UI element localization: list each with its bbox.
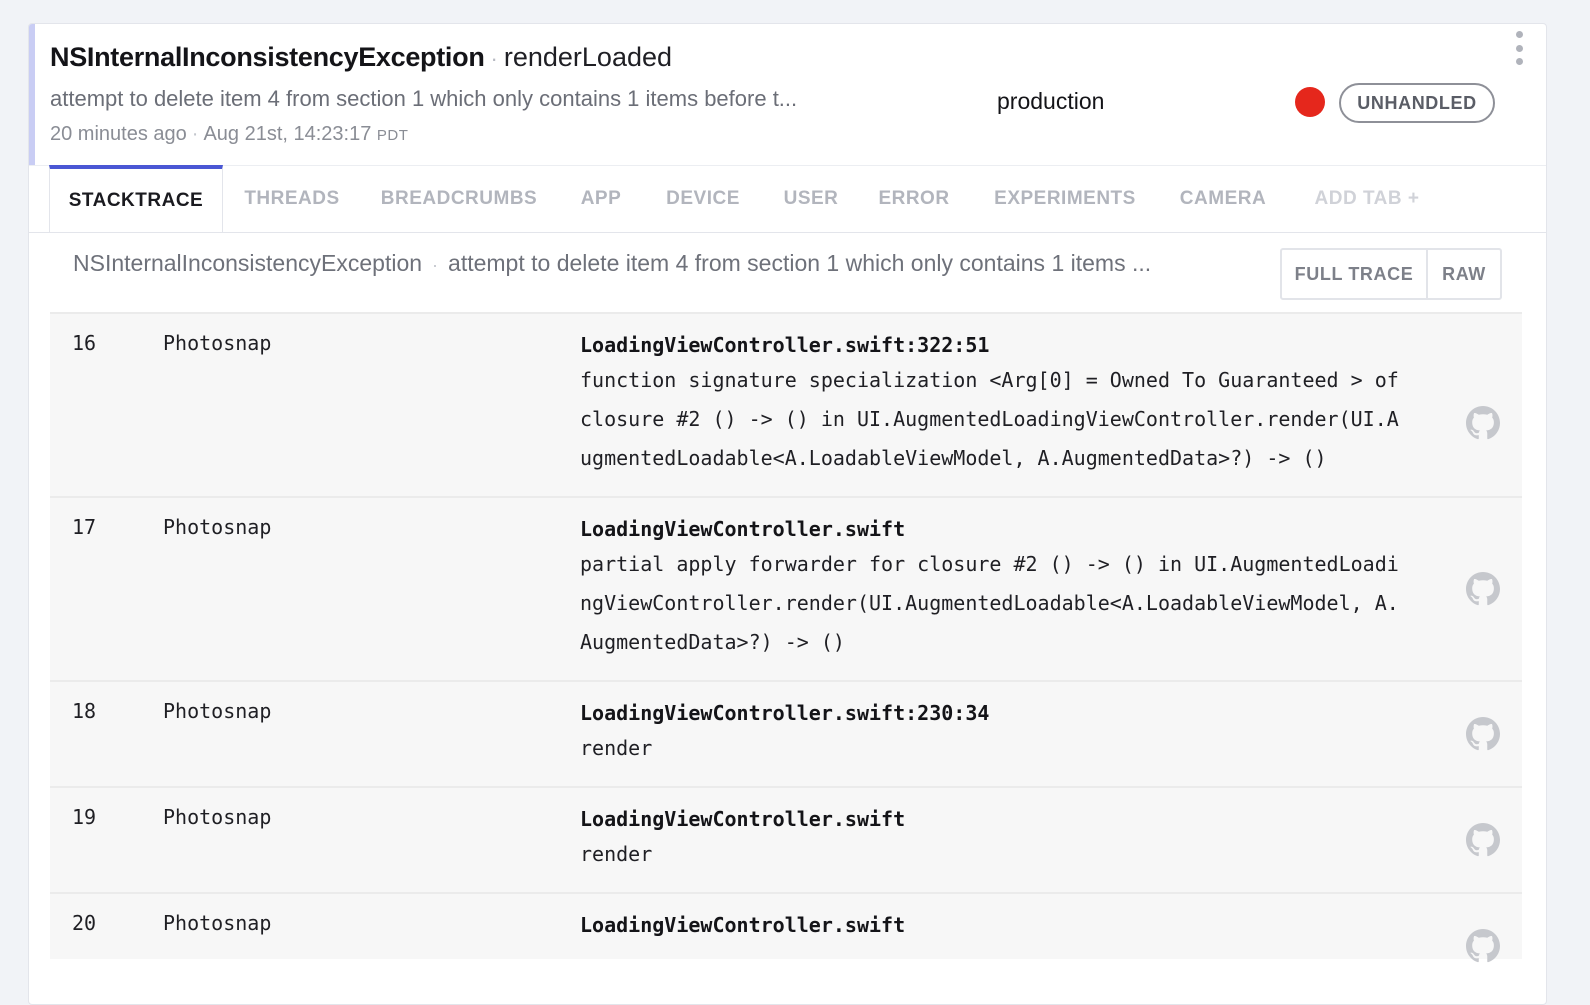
frame-file: LoadingViewController.swift:322:51: [580, 333, 990, 357]
github-icon[interactable]: [1466, 406, 1500, 440]
frame-file: LoadingViewController.swift:230:34: [580, 701, 990, 725]
frame-method: render: [580, 736, 653, 760]
separator-dot: ·: [432, 255, 439, 275]
frame-method: partial apply forwarder for closure #2 (…: [580, 552, 1399, 654]
stack-frame[interactable]: 16 Photosnap LoadingViewController.swift…: [50, 312, 1522, 496]
error-time: 20 minutes ago · Aug 21st, 14:23:17 PDT: [50, 123, 408, 146]
github-icon[interactable]: [1466, 823, 1500, 857]
tab-camera[interactable]: CAMERA: [1171, 166, 1275, 232]
trace-view-toggle: FULL TRACE RAW: [1280, 248, 1502, 300]
timestamp: Aug 21st, 14:23:17: [203, 123, 372, 145]
frame-index: 20: [72, 911, 97, 935]
frame-file: LoadingViewController.swift: [580, 913, 906, 937]
kebab-menu-icon[interactable]: [1507, 31, 1531, 65]
add-tab-button[interactable]: ADD TAB +: [1305, 166, 1429, 232]
tab-experiments[interactable]: EXPERIMENTS: [987, 166, 1143, 232]
frame-library: Photosnap: [163, 515, 272, 539]
frame-library: Photosnap: [163, 911, 272, 935]
release-stage: production: [997, 88, 1105, 114]
timezone: PDT: [376, 127, 409, 144]
tab-threads[interactable]: THREADS: [233, 166, 351, 232]
raw-button[interactable]: RAW: [1428, 250, 1500, 298]
error-class: NSInternalInconsistencyException: [50, 42, 485, 72]
stack-frame[interactable]: 17 Photosnap LoadingViewController.swift…: [50, 496, 1522, 680]
frame-library: Photosnap: [163, 699, 272, 723]
stack-frames: 16 Photosnap LoadingViewController.swift…: [50, 312, 1522, 963]
tab-device[interactable]: DEVICE: [657, 166, 749, 232]
error-context: renderLoaded: [503, 42, 673, 72]
error-title: NSInternalInconsistencyException · rende…: [50, 42, 672, 80]
exception-message: attempt to delete item 4 from section 1 …: [448, 250, 1152, 276]
separator-dot: ·: [191, 123, 199, 145]
unhandled-badge: UNHANDLED: [1339, 83, 1495, 123]
frame-file: LoadingViewController.swift: [580, 807, 906, 831]
error-detail-card: NSInternalInconsistencyException · rende…: [28, 23, 1547, 1005]
frame-index: 17: [72, 515, 97, 539]
full-trace-button[interactable]: FULL TRACE: [1282, 250, 1428, 298]
frame-library: Photosnap: [163, 331, 272, 355]
severity-dot: [1295, 87, 1325, 117]
tab-error[interactable]: ERROR: [873, 166, 955, 232]
frame-index: 19: [72, 805, 97, 829]
tab-app[interactable]: APP: [573, 166, 629, 232]
github-icon[interactable]: [1466, 717, 1500, 751]
frame-file: LoadingViewController.swift: [580, 517, 906, 541]
frame-index: 18: [72, 699, 97, 723]
github-icon[interactable]: [1466, 929, 1500, 963]
tab-stacktrace[interactable]: STACKTRACE: [49, 165, 223, 232]
frame-index: 16: [72, 331, 97, 355]
frame-library: Photosnap: [163, 805, 272, 829]
exception-class: NSInternalInconsistencyException: [73, 250, 423, 276]
tab-breadcrumbs[interactable]: BREADCRUMBS: [379, 166, 539, 232]
stack-frame[interactable]: 20 Photosnap LoadingViewController.swift: [50, 892, 1522, 963]
stack-frame[interactable]: 18 Photosnap LoadingViewController.swift…: [50, 680, 1522, 786]
tab-bar: STACKTRACE THREADS BREADCRUMBS APP DEVIC…: [29, 165, 1546, 233]
error-message: attempt to delete item 4 from section 1 …: [50, 86, 798, 111]
stack-frame[interactable]: 19 Photosnap LoadingViewController.swift…: [50, 786, 1522, 892]
relative-time: 20 minutes ago: [50, 123, 187, 145]
exception-summary: NSInternalInconsistencyException · attem…: [73, 250, 1151, 277]
frame-method: render: [580, 842, 653, 866]
separator-dot: ·: [490, 46, 498, 71]
github-icon[interactable]: [1466, 572, 1500, 606]
tab-user[interactable]: USER: [777, 166, 845, 232]
accent-bar: [29, 24, 35, 165]
frame-method: function signature specialization <Arg[0…: [580, 368, 1399, 470]
